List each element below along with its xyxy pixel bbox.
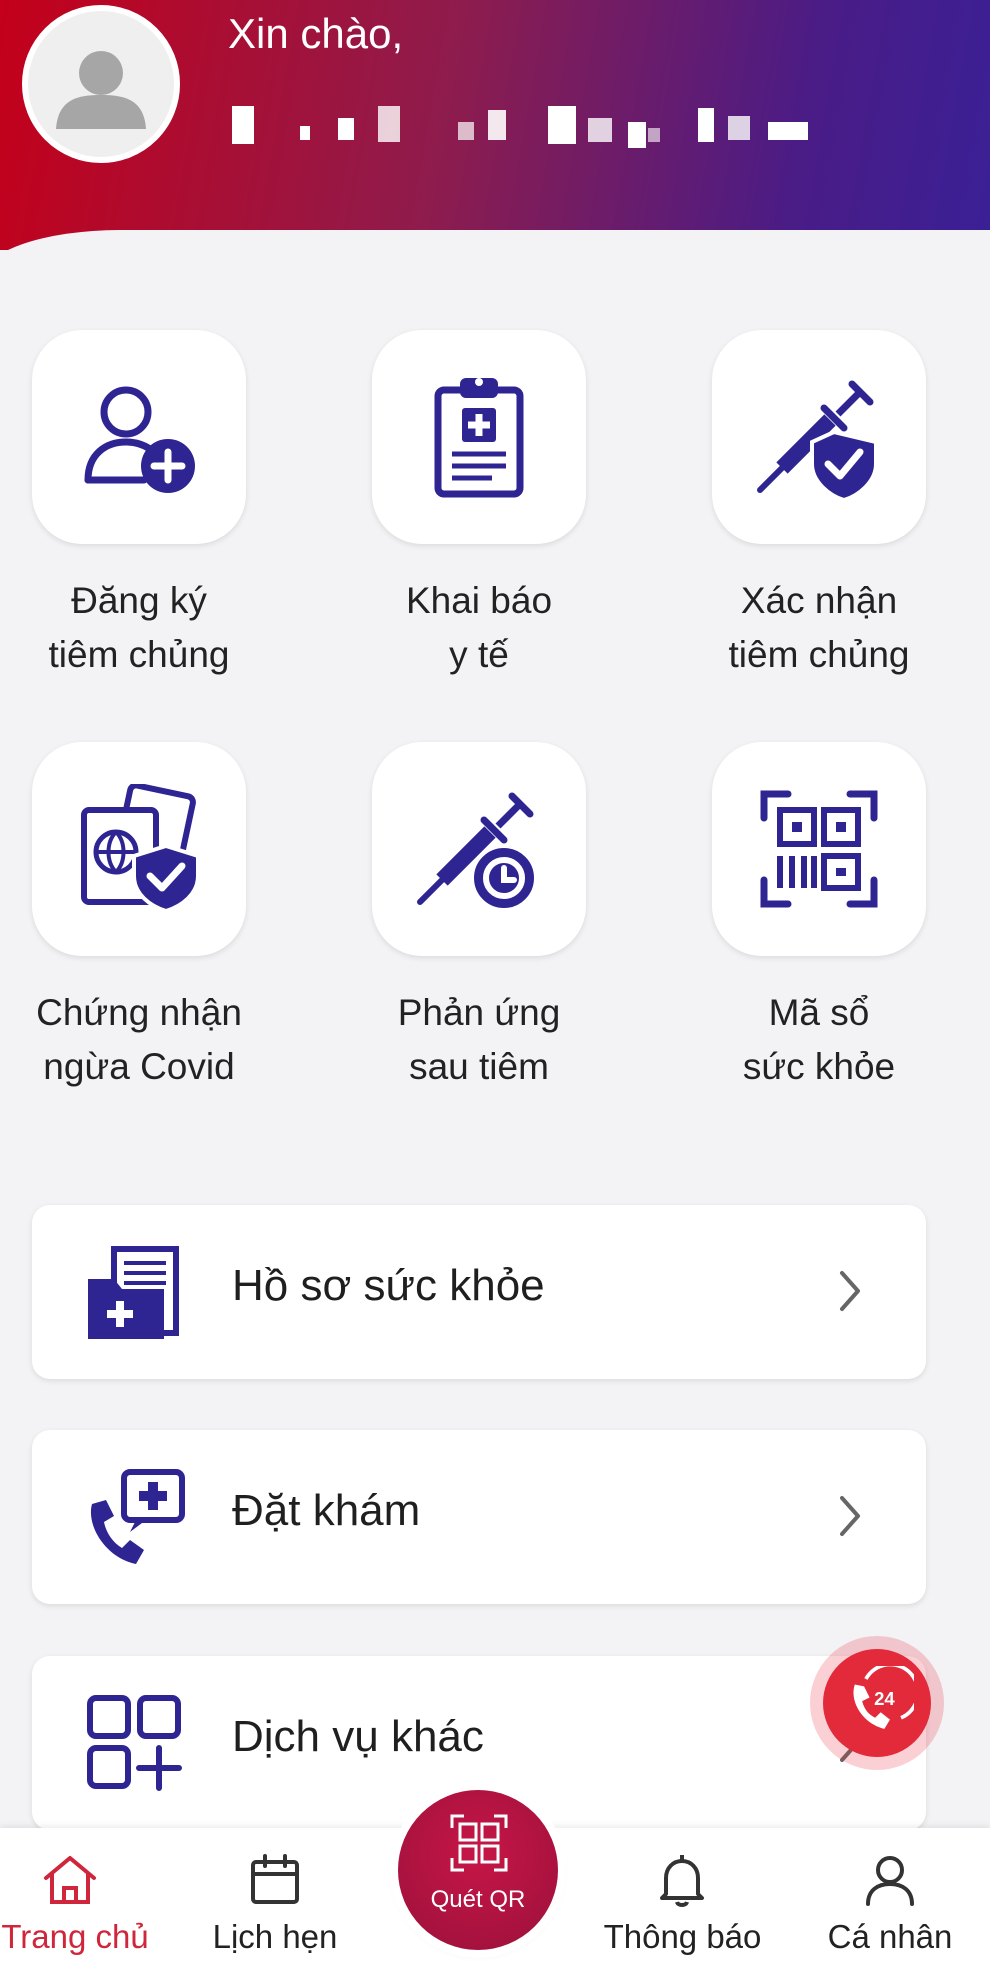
nav-profile[interactable]: Cá nhân: [815, 1828, 965, 1982]
post-vaccination-reaction-tile[interactable]: [372, 742, 586, 956]
nav-notifications[interactable]: Thông báo: [600, 1828, 765, 1982]
post-vaccination-reaction-label: Phản ứng sau tiêm: [397, 992, 561, 1087]
scan-qr-label: Quét QR: [430, 1886, 526, 1913]
nav-calendar[interactable]: Lịch hẹn: [200, 1828, 350, 1982]
person-icon: [866, 1856, 914, 1906]
phone-24-icon: 24: [853, 1666, 914, 1729]
vaccination-confirm-tile[interactable]: [712, 330, 926, 544]
book-appointment-label: Đặt khám: [232, 1486, 421, 1535]
health-book-code-label: Mã sổ sức khỏe: [742, 992, 896, 1087]
chevron-right-icon: [840, 1271, 860, 1311]
qr-scan-icon: [450, 1814, 508, 1872]
health-book-code-tile[interactable]: [712, 742, 926, 956]
chevron-right-icon: [840, 1496, 860, 1536]
book-appointment-card[interactable]: Đặt khám: [32, 1430, 926, 1604]
covid-certificate-tile[interactable]: [32, 742, 246, 956]
covid-certificate-label: Chứng nhận ngừa Covid: [36, 992, 242, 1087]
passport-shield-icon: [81, 784, 200, 914]
scan-qr-button[interactable]: Quét QR: [398, 1790, 558, 1950]
health-declaration-tile[interactable]: [372, 330, 586, 544]
vaccination-confirm-item[interactable]: Xác nhận tiêm chủng: [712, 330, 926, 682]
nav-calendar-label: Lịch hẹn: [212, 1918, 338, 1955]
bell-icon: [660, 1855, 704, 1907]
user-add-icon: [84, 386, 195, 493]
qr-code-icon: [760, 790, 878, 908]
home-icon: [44, 1856, 96, 1904]
nav-home[interactable]: Trang chủ: [0, 1828, 150, 1982]
nav-profile-label: Cá nhân: [827, 1918, 953, 1955]
covid-certificate-item[interactable]: Chứng nhận ngừa Covid: [32, 742, 246, 1094]
greeting-text: Xin chào,: [228, 10, 404, 57]
health-declaration-item[interactable]: Khai báo y tế: [372, 330, 586, 682]
health-records-label: Hồ sơ sức khỏe: [232, 1261, 545, 1310]
register-vaccination-item[interactable]: Đăng ký tiêm chủng: [32, 330, 246, 682]
register-vaccination-label: Đăng ký tiêm chủng: [48, 580, 230, 675]
hotline-inner: 24: [823, 1649, 931, 1757]
medical-clipboard-icon: [434, 378, 524, 498]
hotline-24-button[interactable]: 24: [810, 1636, 944, 1770]
header-curve: [0, 230, 990, 250]
other-services-label: Dịch vụ khác: [232, 1712, 484, 1761]
phone-plus-icon: [90, 1469, 185, 1564]
syringe-clock-icon: [417, 792, 538, 912]
avatar[interactable]: [22, 5, 180, 163]
nav-notifications-label: Thông báo: [603, 1918, 762, 1955]
post-vaccination-reaction-item[interactable]: Phản ứng sau tiêm: [372, 742, 586, 1094]
nav-home-label: Trang chủ: [1, 1918, 149, 1955]
hotline-number: 24: [874, 1688, 895, 1709]
calendar-icon: [251, 1854, 299, 1904]
username-redacted: [228, 102, 828, 148]
health-declaration-label: Khai báo y tế: [405, 580, 553, 675]
syringe-shield-icon: [757, 380, 878, 502]
health-records-card[interactable]: Hồ sơ sức khỏe: [32, 1205, 926, 1379]
register-vaccination-tile[interactable]: [32, 330, 246, 544]
health-book-code-item[interactable]: Mã sổ sức khỏe: [712, 742, 926, 1094]
vaccination-confirm-label: Xác nhận tiêm chủng: [728, 580, 910, 675]
apps-plus-icon: [87, 1695, 182, 1791]
user-silhouette-icon: [56, 51, 146, 129]
health-folder-icon: [88, 1246, 179, 1339]
